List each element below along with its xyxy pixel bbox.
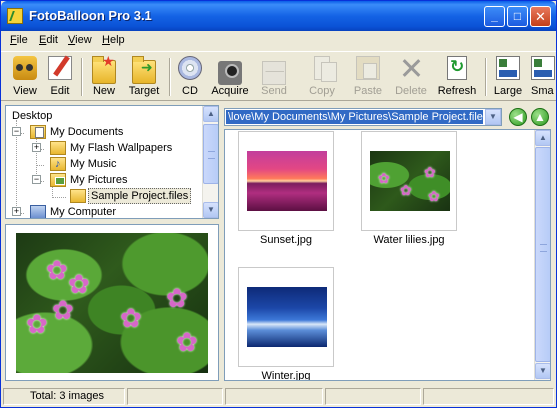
preview-image-water-lilies: ✿ ✿ ✿ ✿ ✿ ✿ ✿ xyxy=(16,233,208,373)
toolbar: View Edit New Target CD Acquire Send xyxy=(1,51,556,101)
delete-button[interactable]: Delete xyxy=(393,54,429,100)
pictures-folder-icon xyxy=(50,173,66,187)
status-panel xyxy=(127,388,223,405)
status-panel xyxy=(423,388,554,405)
copy-icon xyxy=(314,56,337,82)
fotoballoon-app-icon[interactable] xyxy=(7,8,23,24)
water-lilies-image: ✿ ✿ ✿ ✿ xyxy=(370,151,450,211)
expand-toggle[interactable]: + xyxy=(12,207,21,216)
view-button[interactable]: View xyxy=(7,54,43,100)
toolbar-separator xyxy=(485,58,487,96)
status-bar: Total: 3 images xyxy=(1,386,556,407)
new-button[interactable]: New xyxy=(88,53,120,100)
folder-icon xyxy=(50,141,66,155)
window-title: FotoBalloon Pro 3.1 xyxy=(29,8,152,23)
edit-pencil-icon xyxy=(48,56,72,80)
winter-image xyxy=(247,287,327,347)
menu-file[interactable]: File xyxy=(10,34,28,46)
path-value[interactable]: \love\My Documents\My Pictures\Sample Pr… xyxy=(226,110,483,124)
camera-icon xyxy=(218,61,242,85)
paste-button[interactable]: Paste xyxy=(351,54,385,100)
folder-open-icon xyxy=(70,189,86,203)
title-bar[interactable]: FotoBalloon Pro 3.1 _ □ ✕ xyxy=(1,1,556,31)
target-button[interactable]: Target xyxy=(125,54,163,100)
paste-icon xyxy=(356,56,380,80)
tree-scrollbar[interactable]: ▲ ▼ xyxy=(202,106,218,218)
path-combobox[interactable]: \love\My Documents\My Pictures\Sample Pr… xyxy=(224,108,502,126)
cd-icon xyxy=(178,56,202,80)
menu-edit[interactable]: Edit xyxy=(39,34,58,46)
scroll-thumb[interactable] xyxy=(203,124,218,184)
expand-toggle[interactable]: + xyxy=(32,143,41,152)
thumbnail-view[interactable]: Sunset.jpg ✿ ✿ ✿ ✿ Water lilies.jpg Wint… xyxy=(224,129,551,381)
acquire-button[interactable]: Acquire xyxy=(209,54,251,100)
new-folder-icon xyxy=(92,53,116,84)
thumbnail-caption: Water lilies.jpg xyxy=(373,234,445,246)
toolbar-separator xyxy=(169,58,171,96)
up-arrow-icon[interactable]: ▲ xyxy=(531,108,549,126)
scroll-up-button[interactable]: ▲ xyxy=(203,106,218,122)
sunset-image xyxy=(247,151,327,211)
minimize-button[interactable]: _ xyxy=(484,6,505,27)
toolbar-separator xyxy=(81,58,83,96)
menu-help[interactable]: Help xyxy=(102,34,125,46)
scroll-down-button[interactable]: ▼ xyxy=(203,202,218,218)
music-folder-icon xyxy=(50,156,66,172)
documents-folder-icon xyxy=(30,125,46,139)
app-window: FotoBalloon Pro 3.1 _ □ ✕ File Edit View… xyxy=(0,0,557,408)
small-icons-button[interactable]: Sma xyxy=(531,54,555,100)
delete-x-icon xyxy=(399,56,423,80)
menu-bar: File Edit View Help xyxy=(1,31,556,50)
scroll-thumb[interactable] xyxy=(535,147,550,362)
edit-button[interactable]: Edit xyxy=(45,54,75,100)
send-button[interactable]: Send xyxy=(257,54,291,100)
status-total: Total: 3 images xyxy=(3,388,125,405)
menu-view[interactable]: View xyxy=(68,34,92,46)
status-panel xyxy=(225,388,323,405)
copy-button[interactable]: Copy xyxy=(305,54,339,100)
collapse-toggle[interactable]: − xyxy=(32,175,41,184)
refresh-button[interactable]: Refresh xyxy=(435,54,479,100)
target-folder-icon xyxy=(132,56,156,84)
path-dropdown-button[interactable]: ▼ xyxy=(485,109,501,125)
thumbnail-water-lilies[interactable]: ✿ ✿ ✿ ✿ xyxy=(361,131,457,231)
maximize-button[interactable]: □ xyxy=(507,6,528,27)
thumbnail-scrollbar[interactable]: ▲ ▼ xyxy=(534,130,550,380)
computer-icon xyxy=(30,205,46,218)
scroll-down-button[interactable]: ▼ xyxy=(535,363,550,379)
envelope-icon xyxy=(262,61,286,85)
large-icons-view-icon xyxy=(496,56,520,80)
back-arrow-icon[interactable]: ◀ xyxy=(509,108,527,126)
scroll-up-button[interactable]: ▲ xyxy=(535,130,550,146)
status-panel xyxy=(325,388,421,405)
thumbnail-caption: Sunset.jpg xyxy=(260,234,312,246)
collapse-toggle[interactable]: − xyxy=(12,127,21,136)
large-icons-button[interactable]: Large xyxy=(492,54,524,100)
thumbnail-winter[interactable] xyxy=(238,267,334,367)
binoculars-icon xyxy=(13,56,37,80)
thumbnail-caption: Winter.jpg xyxy=(261,370,311,381)
refresh-icon xyxy=(447,56,467,80)
small-icons-view-icon xyxy=(531,56,555,80)
folder-tree[interactable]: Desktop − My Documents + My Flash Wallpa… xyxy=(5,105,219,219)
cd-button[interactable]: CD xyxy=(176,54,204,100)
thumbnail-sunset[interactable] xyxy=(238,131,334,231)
close-button[interactable]: ✕ xyxy=(530,6,551,27)
image-preview-pane: ✿ ✿ ✿ ✿ ✿ ✿ ✿ xyxy=(5,224,219,381)
